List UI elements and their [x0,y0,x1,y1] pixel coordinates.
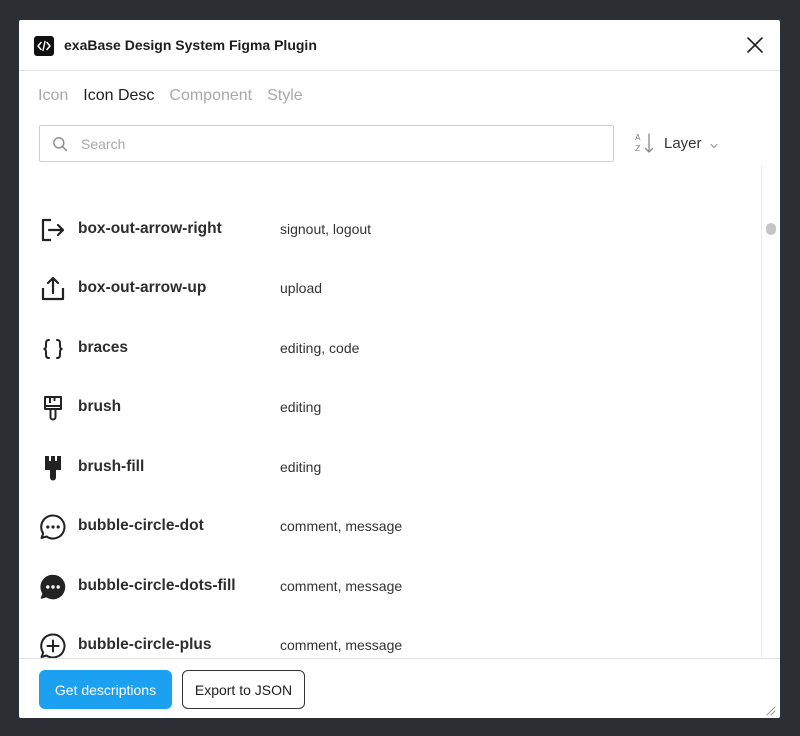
sort-label: Layer [664,134,702,152]
icon-name: box-out-arrow-up [78,279,207,296]
icon-description: editing [280,459,322,475]
scrollbar[interactable] [761,165,780,658]
get-descriptions-button[interactable]: Get descriptions [39,670,172,709]
icon-name: braces [78,339,128,356]
list-item[interactable]: box-out-arrow-right signout, logout [19,200,761,259]
icon-name: brush-fill [78,458,145,475]
plugin-window: exaBase Design System Figma Plugin Icon … [19,20,780,718]
bubble-circle-dot-icon [38,512,68,542]
resize-handle-icon[interactable] [764,703,776,716]
code-icon [34,36,54,56]
search-icon [52,136,68,152]
icon-description: editing, code [280,340,360,356]
icon-description: editing [280,399,322,415]
tab-icon-desc[interactable]: Icon Desc [83,87,154,111]
icon-name: bubble-circle-dot [78,517,204,534]
icon-name: bubble-circle-dots-fill [78,577,236,594]
sort-az-icon: A Z [634,131,656,155]
icon-description: signout, logout [280,221,372,237]
title-bar: exaBase Design System Figma Plugin [19,20,780,71]
braces-icon [38,334,68,364]
footer: Get descriptions Export to JSON [19,658,780,718]
icon-description: upload [280,280,323,296]
list-item[interactable]: bubble-circle-dots-fill comment, message [19,557,761,616]
list-item[interactable]: braces editing, code [19,319,761,378]
svg-text:A: A [635,133,641,142]
icon-name: bubble-circle-plus [78,636,212,653]
box-out-arrow-up-icon [38,274,68,304]
export-json-button[interactable]: Export to JSON [182,670,305,709]
tab-component[interactable]: Component [169,87,252,111]
tab-style[interactable]: Style [267,87,303,111]
list-item[interactable]: brush-fill editing [19,438,761,497]
icon-name: box-out-arrow-right [78,220,222,237]
chevron-down-icon [709,138,719,149]
tab-icon[interactable]: Icon [38,87,68,111]
icon-description-list: box-out-arrow-right signout, logout box-… [19,170,761,658]
search-box [39,125,614,162]
bubble-circle-plus-icon [38,631,68,658]
box-out-arrow-right-icon [38,215,68,245]
icon-description: comment, message [280,518,403,534]
close-icon[interactable] [744,34,766,56]
list-item[interactable]: bubble-circle-dot comment, message [19,497,761,556]
icon-description: comment, message [280,578,403,594]
svg-text:Z: Z [635,144,641,153]
sort-dropdown[interactable]: A Z Layer [634,131,719,155]
list-item[interactable]: brush editing [19,378,761,437]
brush-icon [38,393,68,423]
tab-bar: Icon Icon Desc Component Style [38,87,303,111]
scrollbar-thumb[interactable] [766,223,776,235]
brush-fill-icon [38,453,68,483]
window-title: exaBase Design System Figma Plugin [64,37,317,53]
icon-name: brush [78,398,122,415]
list-item[interactable]: bubble-circle-plus comment, message [19,616,761,658]
search-input[interactable] [81,126,601,161]
icon-description: comment, message [280,637,403,653]
list-item[interactable]: box-out-arrow-up upload [19,259,761,318]
bubble-circle-dots-fill-icon [38,572,68,602]
